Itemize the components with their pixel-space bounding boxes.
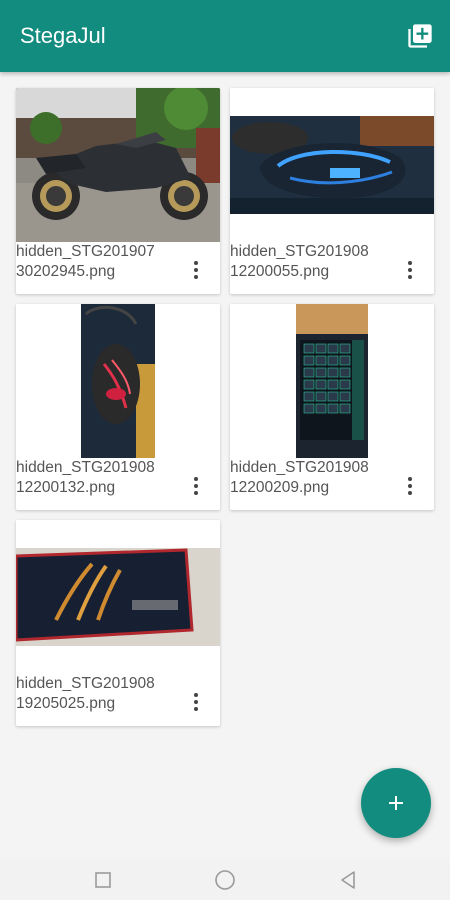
back-icon — [341, 871, 355, 889]
system-nav-bar — [0, 860, 450, 900]
add-image-fab[interactable] — [361, 768, 431, 838]
image-filename: hidden_STG201908 12200209.png — [230, 459, 369, 496]
more-vert-icon — [194, 477, 198, 481]
more-vert-icon — [408, 261, 412, 265]
recent-apps-icon — [95, 872, 111, 888]
home-icon — [215, 870, 235, 890]
image-filename: hidden_STG201907 30202945.png — [16, 243, 155, 280]
more-options-button[interactable] — [184, 472, 208, 500]
image-thumbnail — [16, 520, 220, 674]
image-thumbnail — [230, 304, 434, 458]
add-photo-button[interactable] — [396, 12, 444, 60]
image-thumbnail — [16, 88, 220, 242]
recent-apps-button[interactable] — [91, 868, 115, 892]
more-vert-icon — [194, 261, 198, 265]
image-filename: hidden_STG201908 12200055.png — [230, 243, 369, 280]
more-options-button[interactable] — [184, 256, 208, 284]
home-button[interactable] — [213, 868, 237, 892]
image-card[interactable]: hidden_STG201908 12200209.png — [230, 304, 434, 510]
image-card[interactable]: hidden_STG201908 12200132.png — [16, 304, 220, 510]
image-card[interactable]: hidden_STG201908 12200055.png — [230, 88, 434, 294]
motorcycle-photo — [16, 88, 220, 242]
image-thumbnail — [230, 88, 434, 242]
image-filename: hidden_STG201908 19205025.png — [16, 675, 155, 712]
keyboard-photo — [230, 304, 434, 458]
more-options-button[interactable] — [398, 256, 422, 284]
image-card[interactable]: hidden_STG201908 19205025.png — [16, 520, 220, 726]
app-bar: StegaJul — [0, 0, 450, 72]
image-card[interactable]: hidden_STG201907 30202945.png — [16, 88, 220, 294]
image-thumbnail — [16, 304, 220, 458]
gaming-mouse-red-photo — [16, 304, 220, 458]
more-options-button[interactable] — [398, 472, 422, 500]
add-to-photos-icon — [408, 24, 432, 48]
image-filename: hidden_STG201908 12200132.png — [16, 459, 155, 496]
more-options-button[interactable] — [184, 688, 208, 716]
mousepad-photo — [16, 520, 220, 674]
back-button[interactable] — [336, 868, 360, 892]
app-title: StegaJul — [20, 23, 106, 48]
more-vert-icon — [194, 693, 198, 697]
more-vert-icon — [408, 477, 412, 481]
plus-icon — [389, 796, 403, 810]
gaming-mouse-blue-photo — [230, 88, 434, 242]
